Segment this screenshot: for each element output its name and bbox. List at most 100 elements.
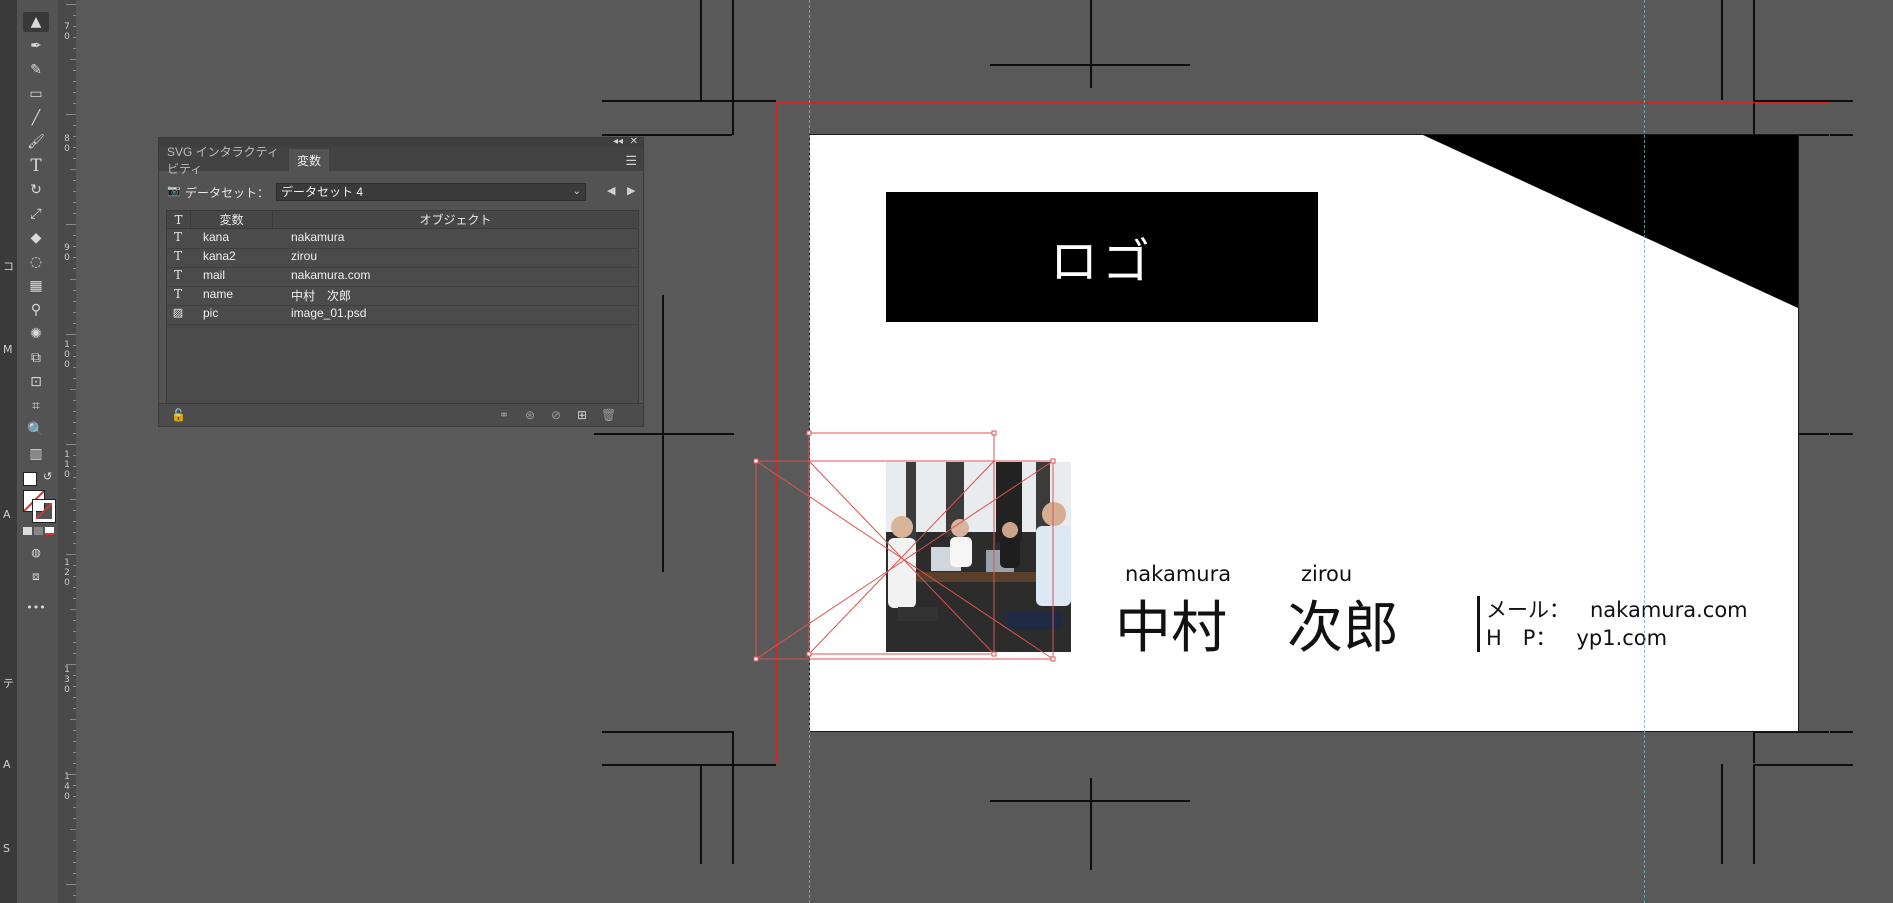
dataset-select[interactable]: データセット 4 ⌄ bbox=[276, 183, 586, 201]
vertical-ruler[interactable]: 7 0 8 0 9 0 1 0 0 1 1 0 1 2 0 1 3 0 1 4 … bbox=[58, 0, 77, 903]
image-variable-icon: ▨ bbox=[172, 306, 184, 319]
vertical-guide[interactable] bbox=[1644, 0, 1645, 903]
contact-block[interactable]: メール： nakamura.com H P： yp1.com bbox=[1477, 596, 1748, 652]
screen-mode-icon[interactable]: ⧈ bbox=[23, 566, 49, 586]
ruler-number: 1 4 0 bbox=[64, 772, 70, 802]
panel-menu-icon[interactable]: ☰ bbox=[625, 153, 637, 169]
more-tools-icon[interactable]: ••• bbox=[23, 597, 49, 617]
symbol-sprayer-tool-icon[interactable]: ✺ bbox=[23, 324, 49, 344]
variable-name: kana bbox=[203, 230, 230, 244]
collapse-panel-icon[interactable]: ◂◂ bbox=[613, 136, 623, 147]
text-variable-icon: T bbox=[173, 249, 182, 263]
color-mode-icon[interactable] bbox=[23, 527, 32, 535]
logo-placeholder[interactable]: ロゴ bbox=[886, 192, 1318, 322]
panel-tab-bar: SVG インタラクティビティ 変数 ☰ bbox=[159, 145, 643, 176]
left-panel-strip: コ M A テ A S bbox=[0, 0, 18, 903]
name-family-text[interactable]: 中村 bbox=[1115, 583, 1227, 664]
corner-triangle-shape[interactable] bbox=[1423, 135, 1798, 308]
name-given-text[interactable]: 次郎 bbox=[1287, 583, 1399, 664]
close-panel-icon[interactable]: ✕ bbox=[630, 136, 638, 147]
tab-variables[interactable]: 変数 bbox=[289, 149, 329, 171]
curvature-tool-icon[interactable]: ✎ bbox=[23, 60, 49, 80]
camera-icon[interactable]: 📷 bbox=[167, 184, 181, 197]
table-row[interactable]: T kana nakamura bbox=[167, 230, 638, 249]
panel-footer: 🔓 ⚭ ⊛ ⊘ ⊞ 🗑 bbox=[159, 403, 643, 426]
column-header-object[interactable]: オブジェクト bbox=[273, 211, 638, 229]
photo-image[interactable] bbox=[886, 462, 1071, 652]
tab-svg-interactivity[interactable]: SVG インタラクティビティ bbox=[159, 145, 287, 176]
scale-tool-icon[interactable]: ⤢ bbox=[23, 204, 49, 224]
document-canvas[interactable]: ロゴ nakamura zirou 中村 次郎 メール： nakamura.co… bbox=[76, 0, 1893, 903]
tools-panel: ▲ ✒ ✎ ▭ ╱ 🖌 T ↻ ⤢ ◆ ◌ ▦ ⚲ ✺ ⧉ ⊡ ⌗ 🔍 ▥ ↺ … bbox=[17, 0, 59, 903]
table-row[interactable]: ▨ pic image_01.psd bbox=[167, 306, 638, 325]
vertical-guide[interactable] bbox=[809, 0, 810, 903]
mail-value[interactable]: nakamura.com bbox=[1590, 598, 1748, 622]
swap-colors-icon[interactable]: ↺ bbox=[43, 471, 53, 482]
ruler-tick bbox=[66, 774, 76, 775]
table-row[interactable]: T name 中村 次郎 bbox=[167, 287, 638, 306]
ruler-number: 8 0 bbox=[64, 134, 70, 154]
logo-text[interactable]: ロゴ bbox=[1050, 222, 1154, 292]
crop-mark bbox=[700, 0, 702, 100]
crop-mark bbox=[700, 764, 702, 864]
eyedropper-tool-icon[interactable]: ⚲ bbox=[23, 300, 49, 320]
paintbrush-tool-icon[interactable]: 🖌 bbox=[23, 132, 49, 152]
center-mark bbox=[1090, 778, 1092, 870]
ruler-tick bbox=[66, 884, 76, 885]
dataset-value: データセット 4 bbox=[281, 185, 364, 199]
artboard-tool-icon[interactable]: ⊡ bbox=[23, 372, 49, 392]
column-header-type[interactable]: T bbox=[167, 211, 191, 229]
rectangle-tool-icon[interactable]: ▭ bbox=[23, 84, 49, 104]
unbind-icon[interactable]: ⊘ bbox=[551, 408, 561, 422]
default-colors-icon[interactable] bbox=[23, 472, 37, 486]
lock-icon[interactable]: 🔓 bbox=[171, 408, 186, 422]
selection-tool-icon[interactable]: ▲ bbox=[23, 12, 49, 32]
dataset-label: データセット： bbox=[185, 186, 270, 200]
hp-value[interactable]: yp1.com bbox=[1576, 626, 1667, 650]
gradient-mode-icon[interactable] bbox=[34, 527, 43, 535]
ruler-tick bbox=[66, 224, 76, 225]
crop-mark bbox=[602, 100, 776, 102]
bound-object: zirou bbox=[291, 249, 318, 263]
stroke-swatch[interactable] bbox=[32, 499, 56, 523]
variables-table: T 変数 オブジェクト T kana nakamura T kana2 ziro… bbox=[166, 210, 639, 405]
table-row[interactable]: T mail nakamura.com bbox=[167, 268, 638, 287]
draw-mode-icon[interactable]: ◍ bbox=[23, 542, 49, 562]
make-dynamic-icon[interactable]: ⊛ bbox=[525, 408, 535, 422]
shape-builder-tool-icon[interactable]: ⧉ bbox=[23, 348, 49, 368]
center-mark bbox=[990, 64, 1190, 66]
line-tool-icon[interactable]: ╱ bbox=[23, 108, 49, 128]
type-tool-icon[interactable]: T bbox=[23, 156, 49, 176]
make-static-icon[interactable]: ⚭ bbox=[499, 408, 509, 422]
bound-object: nakamura bbox=[291, 230, 345, 244]
none-mode-icon[interactable] bbox=[45, 527, 54, 535]
text-variable-icon: T bbox=[173, 230, 182, 244]
variables-panel[interactable]: ◂◂ ✕ SVG インタラクティビティ 変数 ☰ 📷 データセット： データセッ… bbox=[158, 136, 644, 427]
delete-variable-icon[interactable]: 🗑 bbox=[601, 408, 616, 422]
previous-dataset-icon[interactable]: ◀ bbox=[607, 184, 615, 197]
strip-letter: コ bbox=[3, 260, 14, 273]
gradient-tool-icon[interactable]: ▦ bbox=[23, 276, 49, 296]
crop-mark bbox=[602, 731, 732, 733]
zoom-tool-icon[interactable]: 🔍 bbox=[23, 420, 49, 440]
crop-mark bbox=[732, 0, 734, 135]
eraser-tool-icon[interactable]: ◆ bbox=[23, 228, 49, 248]
next-dataset-icon[interactable]: ▶ bbox=[627, 184, 635, 197]
text-variable-icon: T bbox=[173, 287, 182, 301]
crop-mark bbox=[732, 731, 734, 864]
none-stroke-icon bbox=[35, 502, 53, 520]
slice-tool-icon[interactable]: ⌗ bbox=[23, 396, 49, 416]
ruler-tick bbox=[66, 334, 76, 335]
table-row[interactable]: T kana2 zirou bbox=[167, 249, 638, 268]
pen-tool-icon[interactable]: ✒ bbox=[23, 36, 49, 56]
new-variable-icon[interactable]: ⊞ bbox=[577, 408, 587, 422]
center-mark bbox=[1090, 0, 1092, 88]
variable-name: mail bbox=[203, 268, 226, 282]
artboard[interactable]: ロゴ nakamura zirou 中村 次郎 メール： nakamura.co… bbox=[809, 134, 1799, 732]
ruler-number: 1 3 0 bbox=[64, 665, 70, 695]
column-header-variable[interactable]: 変数 bbox=[191, 211, 273, 229]
mail-label: メール： bbox=[1486, 598, 1570, 622]
graph-tool-icon[interactable]: ▥ bbox=[23, 444, 49, 464]
lasso-tool-icon[interactable]: ◌ bbox=[23, 252, 49, 272]
rotate-tool-icon[interactable]: ↻ bbox=[23, 180, 49, 200]
